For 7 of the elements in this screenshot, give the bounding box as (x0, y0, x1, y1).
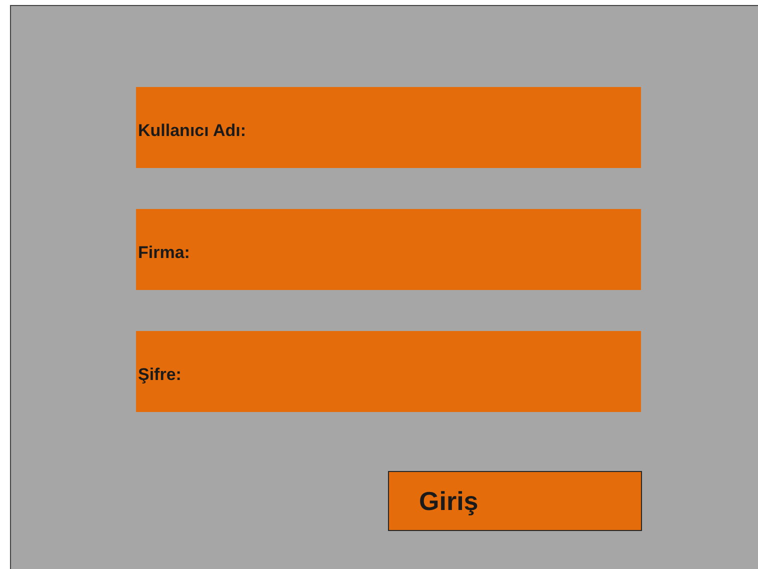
input-field[interactable]: Firma: (136, 209, 641, 290)
input-field[interactable]: Şifre: (136, 331, 641, 412)
login-button[interactable]: Giriş (388, 471, 642, 531)
input-field[interactable]: Kullanıcı Adı: (136, 87, 641, 168)
field-label: Firma: (138, 242, 190, 262)
field-label: Kullanıcı Adı: (138, 120, 246, 140)
field-label: Şifre: (138, 364, 182, 384)
